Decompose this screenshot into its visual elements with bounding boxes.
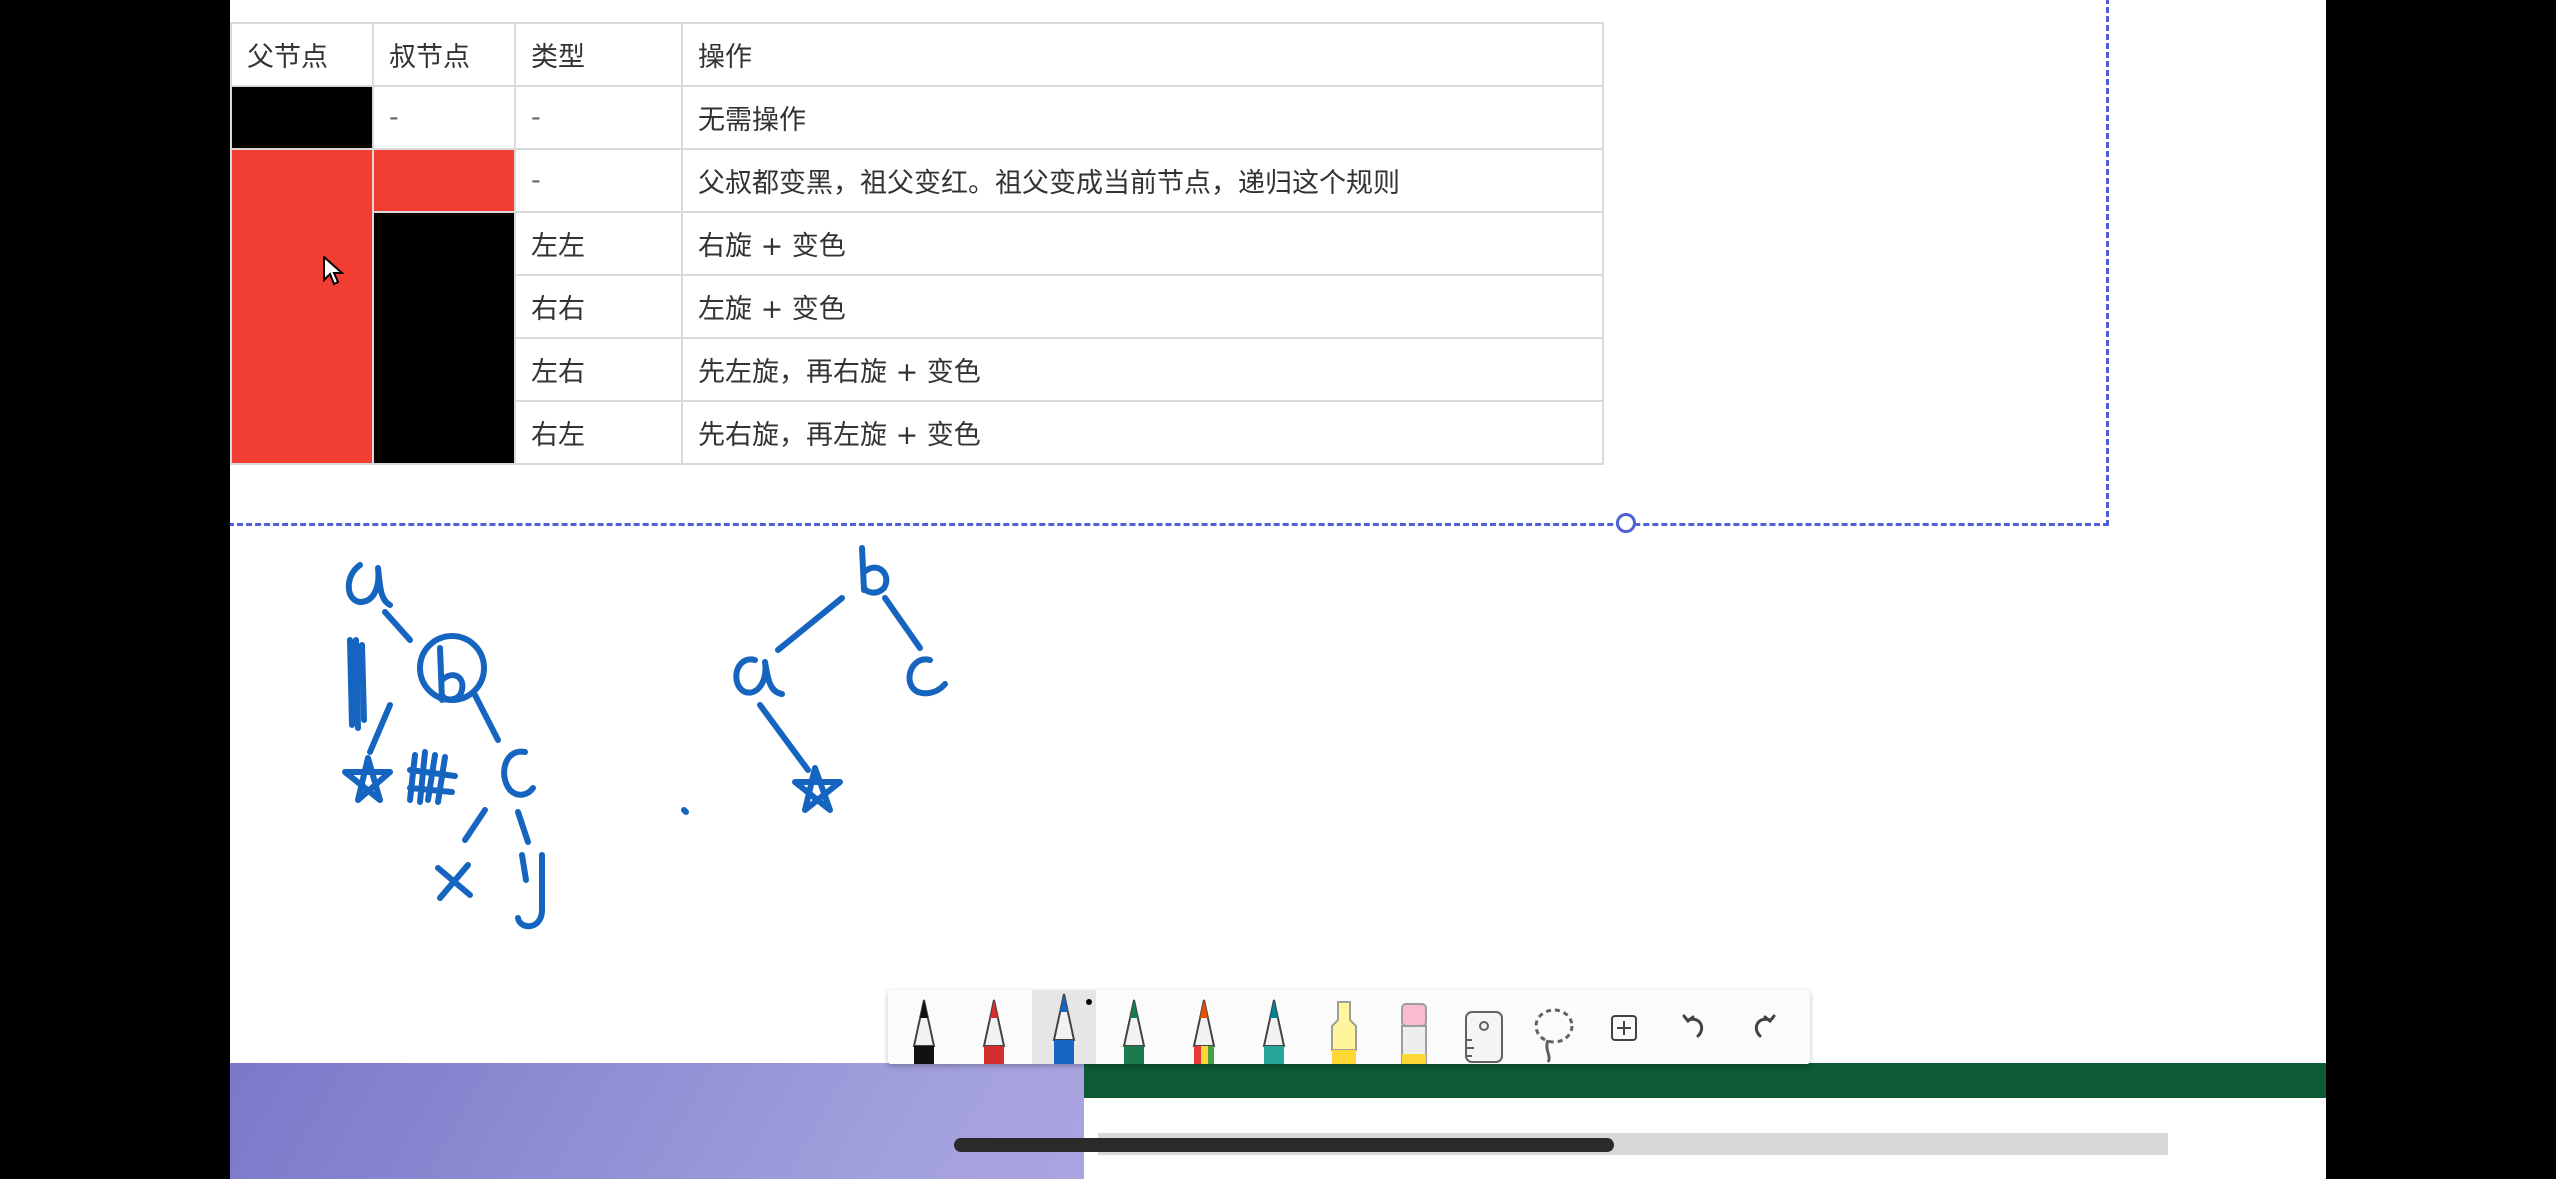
handwritten-tree-sketch [342, 545, 948, 930]
home-indicator-bar[interactable] [954, 1138, 1614, 1152]
ruler-icon [1465, 1011, 1503, 1063]
redo-icon [1754, 1014, 1776, 1038]
rainbow-pen-button[interactable] [1172, 990, 1236, 1064]
lasso-icon [1534, 1008, 1574, 1063]
undo-icon [1682, 1014, 1704, 1038]
lasso-button[interactable] [1522, 990, 1586, 1064]
add-tool-button[interactable] [1592, 990, 1656, 1064]
eraser-button[interactable] [1382, 990, 1446, 1064]
green-pen-icon [1122, 999, 1146, 1064]
red-pen-button[interactable] [962, 990, 1026, 1064]
black-pen-icon [912, 999, 936, 1064]
galaxy-pen-icon [1262, 999, 1286, 1064]
undo-button[interactable] [1662, 990, 1726, 1064]
ruler-button[interactable] [1452, 990, 1516, 1064]
window-title-bar [1084, 1063, 2326, 1098]
background-window[interactable] [1084, 1063, 2326, 1179]
rainbow-pen-icon [1192, 999, 1216, 1064]
yellow-highlighter-button[interactable] [1312, 990, 1376, 1064]
yellow-highlighter-icon [1331, 1001, 1357, 1064]
redo-button[interactable] [1732, 990, 1796, 1064]
green-pen-button[interactable] [1102, 990, 1166, 1064]
eraser-icon [1401, 1003, 1427, 1064]
whiteboard-canvas[interactable]: 父节点 叔节点 类型 操作 - - 无需操作 - 父叔都变黑，祖父变红。祖父变成… [230, 0, 2326, 1179]
red-pen-icon [982, 999, 1006, 1064]
pen-toolbar [888, 990, 1810, 1064]
add-tool-icon [1611, 1015, 1637, 1041]
galaxy-pen-button[interactable] [1242, 990, 1306, 1064]
active-tool-indicator [1086, 999, 1092, 1005]
black-pen-button[interactable] [892, 990, 956, 1064]
